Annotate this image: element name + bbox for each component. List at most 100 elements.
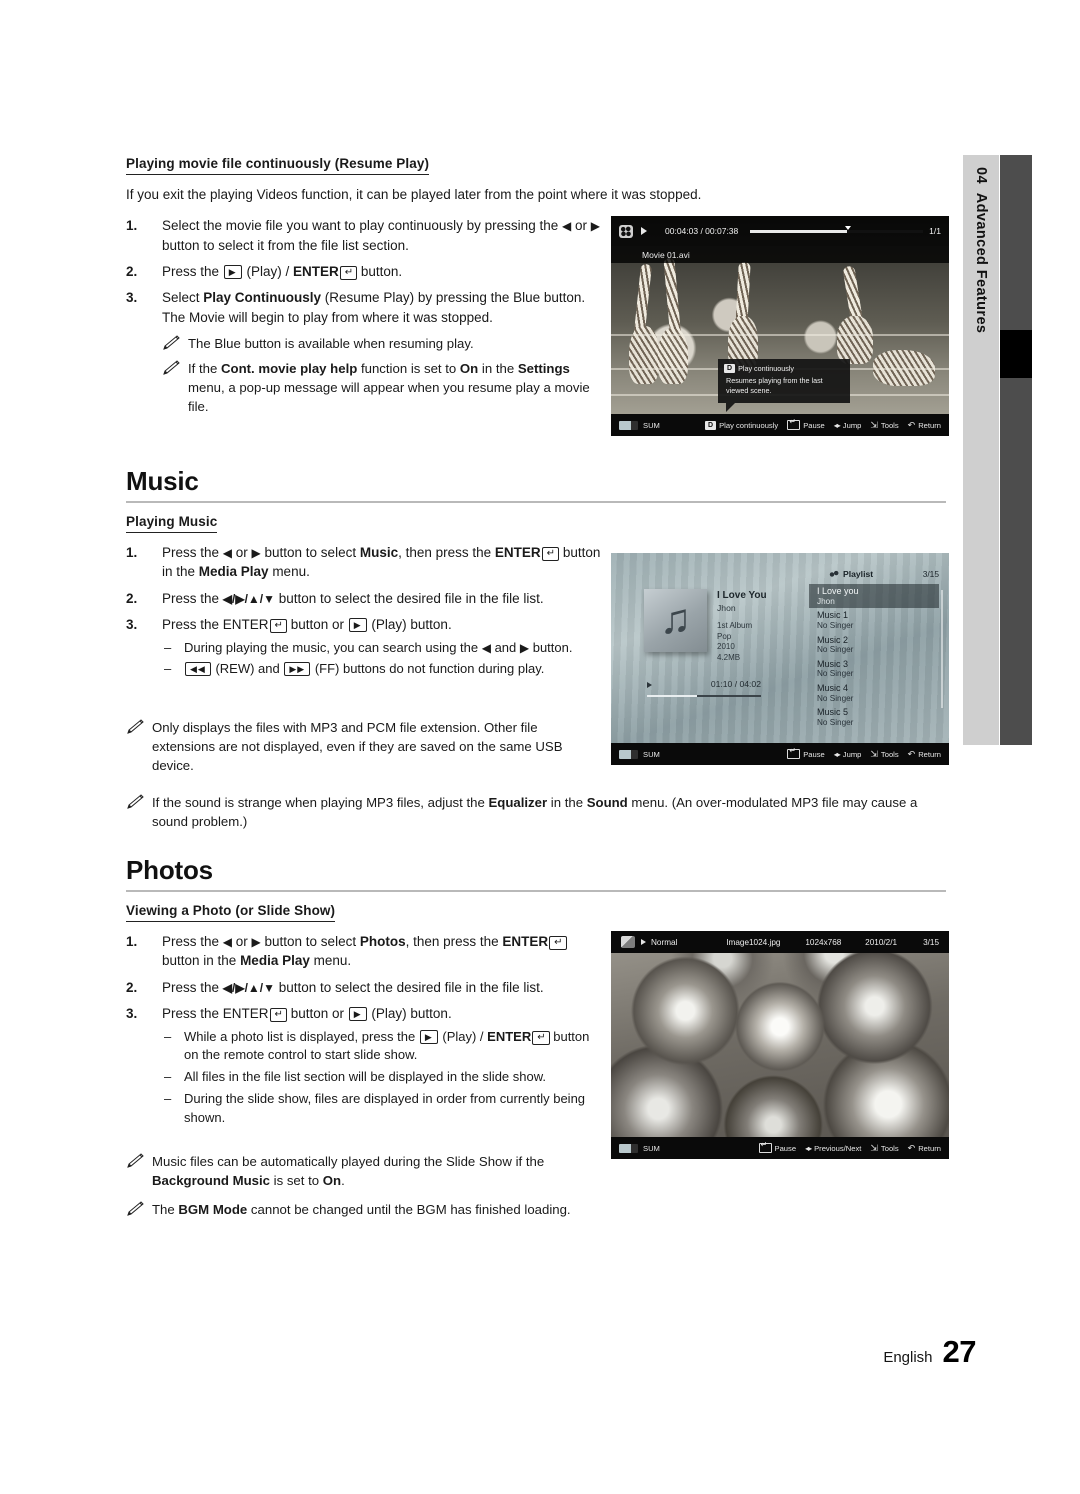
play-continuously-tooltip: D Play continuously Resumes playing from …	[718, 359, 850, 412]
playlist-item[interactable]: Music 4 No Singer	[809, 681, 939, 705]
playlist-item[interactable]: Music 1 No Singer	[809, 608, 939, 632]
playlist-item[interactable]: I Love you Jhon	[809, 584, 939, 609]
music-progress-bar[interactable]	[647, 695, 761, 697]
step-item: 1. Press the ◀ or ▶ button to select Mus…	[126, 543, 606, 582]
enter-key-icon: ↵	[269, 619, 287, 634]
pencil-note-icon	[163, 360, 180, 376]
pencil-note-icon	[127, 1153, 144, 1168]
dash-item: – During playing the music, you can sear…	[162, 639, 606, 658]
music-substeps: – During playing the music, you can sear…	[162, 639, 606, 679]
bottom-bar-item-jump[interactable]: ◂▸ Jump	[834, 421, 862, 430]
video-index: 1/1	[929, 226, 941, 236]
bottom-bar-item-pause[interactable]: Pause	[787, 417, 825, 430]
photos-section-header: Photos	[126, 855, 946, 892]
step-number: 3.	[126, 1006, 138, 1022]
bottom-bar-item-return[interactable]: ↶ Return	[908, 749, 941, 760]
arrow-left-icon: ◀	[481, 640, 491, 655]
photo-index: 3/15	[923, 937, 939, 947]
video-time: 00:04:03 / 00:07:38	[665, 226, 739, 236]
playlist-item-title: Music 4	[817, 683, 849, 694]
chapter-label: Advanced Features	[973, 192, 989, 334]
pencil-note-icon	[127, 794, 144, 809]
step-text-e: button in the	[162, 953, 241, 969]
meta-genre: Pop	[717, 631, 732, 641]
dash-item: – ◀◀ (REW) and ▶▶ (FF) buttons do not fu…	[162, 660, 606, 679]
bottom-bar-label: Play continuously	[719, 420, 779, 430]
bottom-bar-item-tools[interactable]: ⇲ Tools	[870, 420, 898, 431]
enter-label: ENTER	[222, 617, 269, 633]
bottom-bar-label: Tools	[880, 420, 899, 430]
enter-label: ENTER	[292, 264, 339, 280]
enter-key-icon	[787, 746, 801, 759]
dash-text-a: During the slide show, files are display…	[184, 1090, 586, 1125]
direction-arrows-icon: ◀/▶/▲/▼	[222, 591, 275, 606]
enter-label: ENTER	[502, 934, 549, 949]
enter-key-icon	[758, 1140, 772, 1153]
bottom-bar-item-play-continuously[interactable]: D Play continuously	[705, 420, 779, 430]
step-text-b: or	[232, 545, 252, 560]
tooltip-title: Play continuously	[738, 364, 794, 373]
step-bold-a: Photos	[359, 934, 406, 949]
step-text-a: Select the movie file you want to play c…	[162, 218, 562, 234]
bottom-bar-item-return[interactable]: ↶ Return	[908, 1143, 941, 1154]
note-text-c: .	[341, 1173, 345, 1188]
bottom-bar-item-pause[interactable]: Pause	[758, 1140, 797, 1153]
pencil-note-icon	[163, 335, 180, 351]
note-text-a: Music files can be automatically played …	[152, 1154, 545, 1169]
music-elapsed-total: 01:10 / 04:02	[710, 679, 761, 689]
playlist-panel: Playlist 3/15 I Love you Jhon Music 1 No…	[809, 569, 943, 730]
step-text-a: Press the	[162, 617, 223, 633]
fast-forward-key-icon: ▶▶	[284, 662, 311, 677]
bottom-bar-item-jump[interactable]: ◂▸ Jump	[834, 750, 862, 759]
arrow-right-icon: ▶	[519, 640, 530, 655]
step-text-a: Press the	[162, 979, 223, 995]
bottom-bar-label: Return	[918, 1143, 941, 1153]
tools-icon: ⇲	[870, 748, 878, 759]
rewind-key-icon: ◀◀	[185, 662, 211, 677]
step-text-b: button or	[286, 1006, 348, 1022]
video-playback-screenshot: 00:04:03 / 00:07:38 1/1 Movie 01.avi D Pl…	[611, 216, 949, 436]
step-text-c: button to select it from the file list s…	[162, 237, 409, 253]
video-top-bar: 00:04:03 / 00:07:38 1/1	[611, 216, 949, 246]
playing-music-block: Playing Music 1. Press the ◀ or ▶ button…	[126, 513, 606, 686]
bottom-bar-item-tools[interactable]: ⇲ Tools	[870, 1143, 898, 1154]
step-number: 1.	[126, 218, 138, 234]
play-icon	[641, 227, 647, 235]
blue-button-icon: D	[705, 420, 717, 430]
step-text-b: (Play) /	[242, 264, 293, 280]
note-text: Only displays the files with MP3 and PCM…	[152, 720, 563, 773]
playlist-scrollbar[interactable]	[941, 590, 943, 708]
note-bold-a: BGM Mode	[178, 1202, 248, 1217]
step-item: 2. Press the ◀/▶/▲/▼ button to select th…	[126, 978, 606, 997]
video-progress-knob[interactable]	[845, 225, 852, 230]
note-item: The BGM Mode cannot be changed until the…	[126, 1200, 596, 1219]
playlist-item[interactable]: Music 2 No Singer	[809, 633, 939, 657]
note-text-a: If the	[188, 361, 221, 377]
step-text-b: or	[571, 218, 591, 234]
dash-item: – While a photo list is displayed, press…	[162, 1028, 606, 1065]
playlist-item[interactable]: Music 5 No Singer	[809, 705, 939, 729]
note-text-b: is set to	[269, 1173, 323, 1188]
film-reel-icon	[619, 224, 633, 238]
resume-play-notes: The Blue button is available when resumi…	[162, 334, 606, 416]
note-text-b: in the	[547, 795, 587, 810]
note-text-b: function is set to	[357, 361, 460, 377]
bottom-bar-item-previous-next[interactable]: ◂▸ Previous/Next	[805, 1144, 861, 1153]
chapter-tab: 04 Advanced Features	[963, 155, 999, 745]
step-text-f: menu.	[268, 564, 310, 580]
bottom-bar-item-return[interactable]: ↶ Return	[908, 420, 941, 431]
music-progress-fill	[647, 695, 698, 697]
photo-date: 2010/2/1	[865, 937, 898, 947]
bottom-bar-item-pause[interactable]: Pause	[787, 746, 825, 759]
bottom-bar-item-tools[interactable]: ⇲ Tools	[870, 749, 898, 760]
music-section-title: Music	[126, 466, 199, 496]
note-item: If the sound is strange when playing MP3…	[126, 793, 946, 831]
bottom-bar-label: Pause	[774, 1143, 797, 1153]
music-bottom-bar: SUM Pause ◂▸Jump ⇲Tools ↶Return	[611, 743, 949, 765]
bottom-bar-label: Return	[918, 420, 941, 430]
step-number: 2.	[126, 590, 138, 606]
step-bold-b: Media Play	[198, 564, 269, 580]
video-progress-bar[interactable]	[750, 225, 924, 233]
playlist-item[interactable]: Music 3 No Singer	[809, 657, 939, 681]
step-text-c: (Play) button.	[367, 617, 452, 633]
